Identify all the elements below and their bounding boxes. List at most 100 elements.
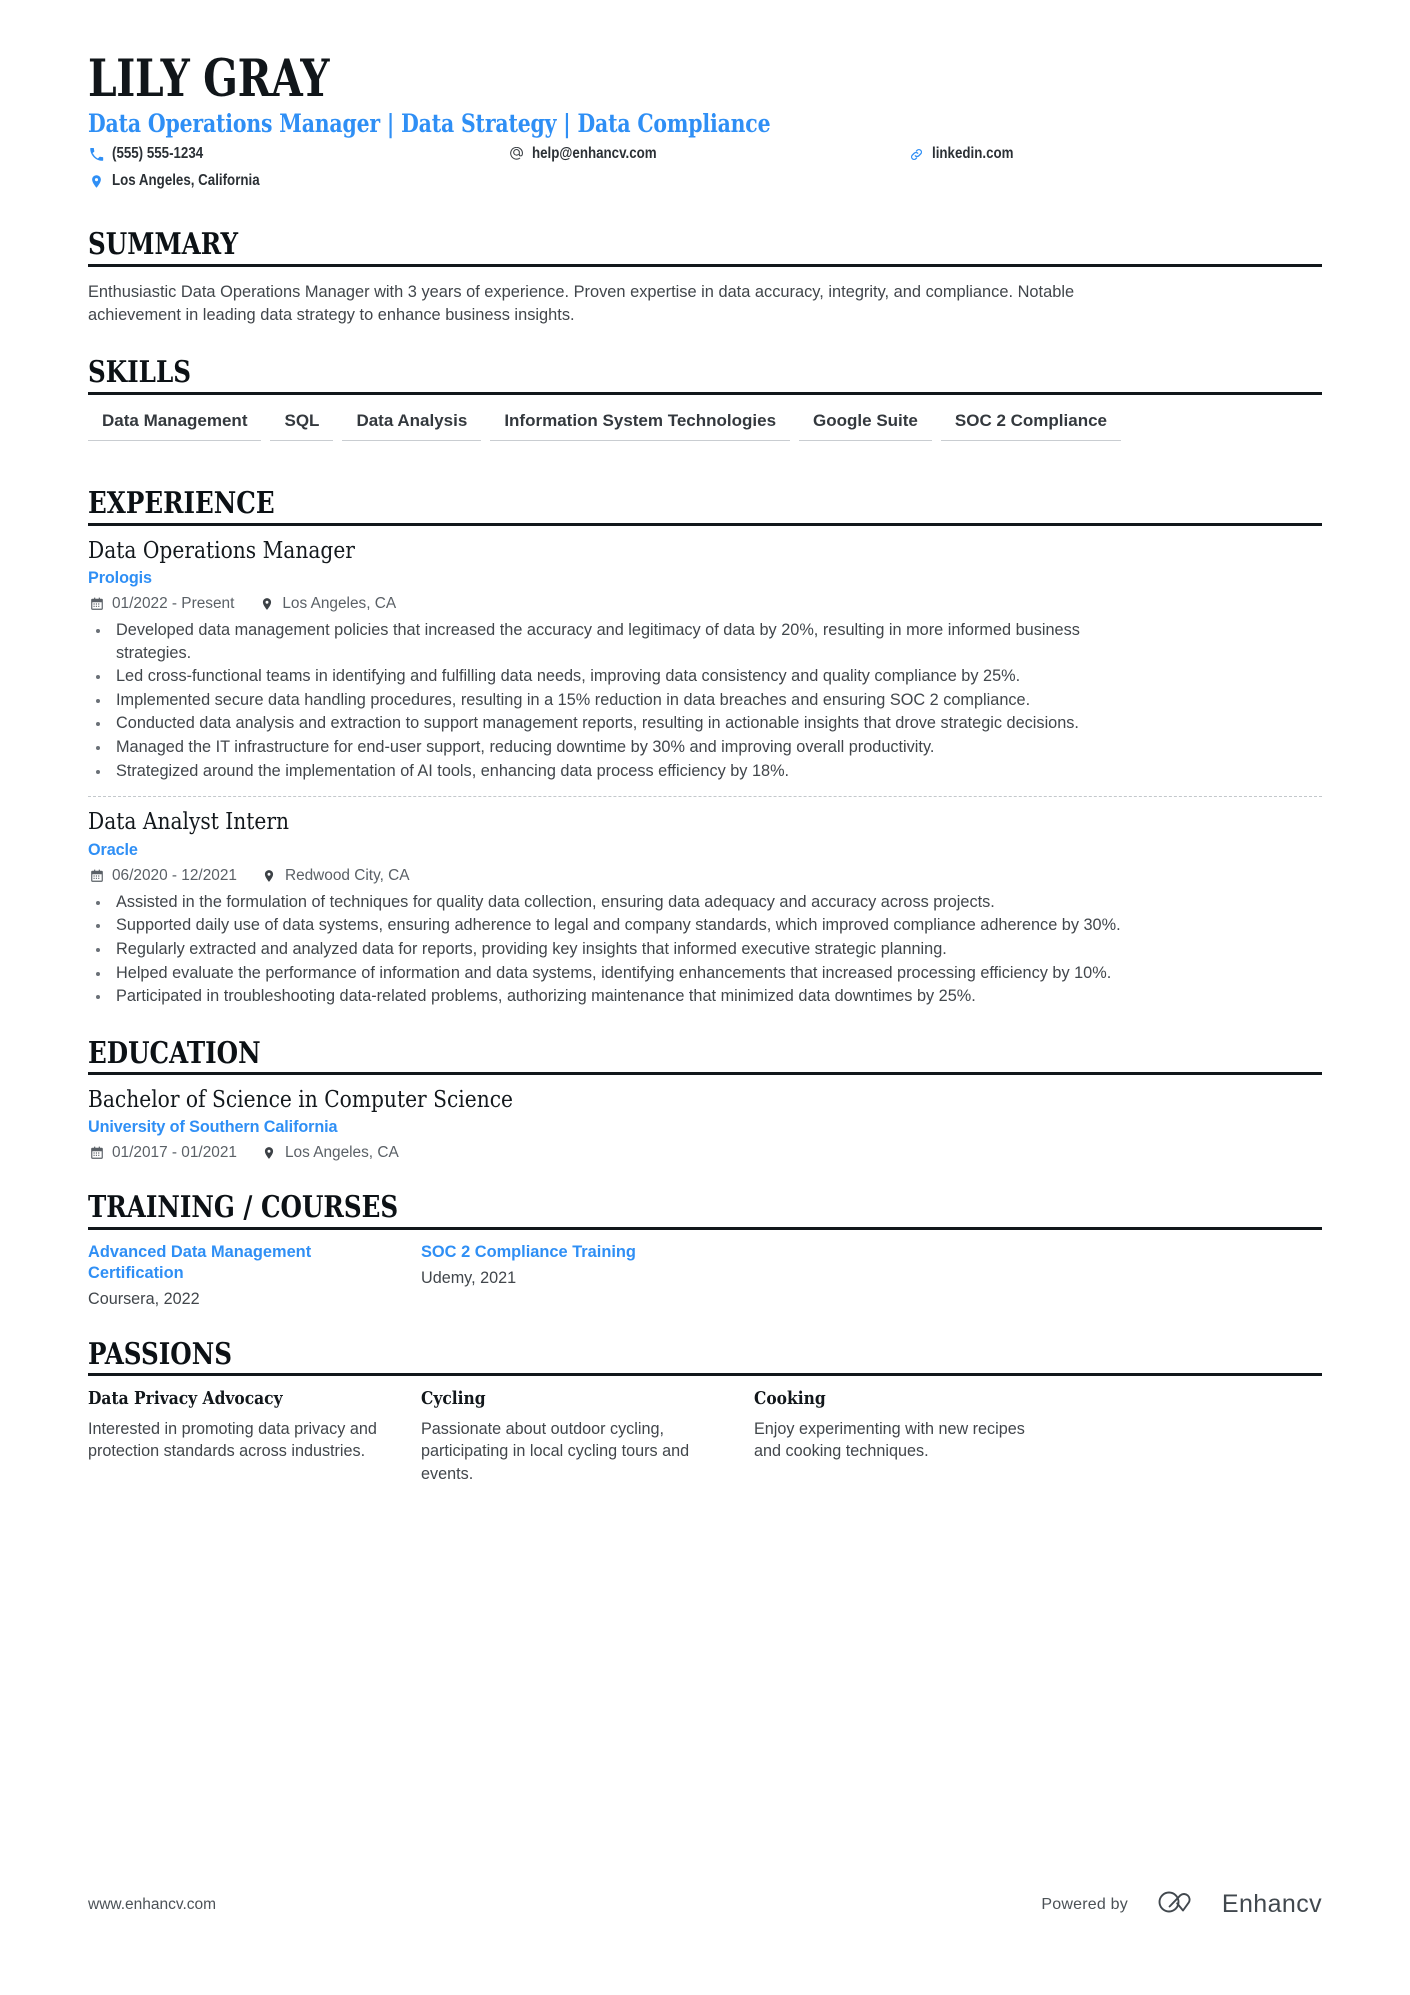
section-title-skills: SKILLS: [88, 355, 192, 391]
experience-entry: Data Analyst Intern Oracle 06/2020 - 12/…: [88, 797, 1322, 1007]
page-footer: www.enhancv.com Powered by Enhancv: [88, 1888, 1322, 1921]
job-title: Data Operations Manager: [88, 535, 355, 564]
job-location: Los Angeles, CA: [258, 595, 396, 613]
education-entry: Bachelor of Science in Computer Science …: [88, 1075, 1322, 1162]
passion-title: Cycling: [421, 1388, 486, 1410]
skill-tag: Data Management: [88, 407, 262, 442]
footer-branding: Powered by Enhancv: [1041, 1888, 1322, 1921]
course-meta: Coursera, 2022: [88, 1289, 200, 1308]
section-title-training: TRAINING / COURSES: [88, 1190, 399, 1226]
bullet-item: Developed data management policies that …: [88, 619, 1126, 664]
phone-icon: [88, 146, 105, 163]
resume-header: LILY GRAY Data Operations Manager | Data…: [88, 49, 1322, 199]
passion-text: Passionate about outdoor cycling, partic…: [421, 1419, 690, 1483]
job-location-text: Redwood City, CA: [284, 866, 410, 884]
enhancv-brand: Enhancv: [1156, 1888, 1322, 1921]
bullet-item: Helped evaluate the performance of infor…: [88, 962, 1126, 985]
bullet-item: Assisted in the formulation of technique…: [88, 891, 1126, 914]
summary-text: Enthusiastic Data Operations Manager wit…: [88, 282, 1075, 324]
contact-location: Los Angeles, California: [88, 172, 508, 190]
passion-item: Cycling Passionate about outdoor cycling…: [421, 1388, 754, 1485]
section-passions: PASSIONS Data Privacy Advocacy Intereste…: [88, 1339, 1322, 1486]
job-location: Redwood City, CA: [261, 867, 410, 885]
education-dates: 01/2017 - 01/2021: [88, 1144, 237, 1162]
enhancv-wordmark: Enhancv: [1221, 1890, 1322, 1918]
job-meta: 01/2022 - Present Los Angeles, CA: [88, 595, 1322, 613]
contact-row-primary: (555) 555-1234 help@enhancv.com linkedin…: [88, 145, 1322, 172]
bullet-item: Implemented secure data handling procedu…: [88, 689, 1126, 712]
location-icon: [88, 173, 105, 190]
contact-location-text: Los Angeles, California: [112, 172, 260, 190]
job-location-text: Los Angeles, CA: [282, 594, 397, 612]
bullet-item: Led cross-functional teams in identifyin…: [88, 665, 1126, 688]
calendar-icon: [88, 1145, 105, 1162]
job-dates: 06/2020 - 12/2021: [88, 867, 237, 885]
job-title: Data Analyst Intern: [88, 807, 290, 836]
contact-email-text: help@enhancv.com: [532, 145, 657, 163]
bullet-item: Regularly extracted and analyzed data fo…: [88, 938, 1126, 961]
section-title-passions: PASSIONS: [88, 1336, 232, 1372]
skill-tag: Data Analysis: [342, 407, 482, 442]
training-list: Advanced Data Management Certification C…: [88, 1230, 1322, 1309]
school-name[interactable]: University of Southern California: [88, 1118, 1322, 1137]
company-name[interactable]: Oracle: [88, 841, 1322, 860]
job-meta: 06/2020 - 12/2021 Redwood City, CA: [88, 867, 1322, 885]
job-dates-text: 01/2022 - Present: [112, 594, 235, 612]
candidate-headline: Data Operations Manager | Data Strategy …: [88, 109, 771, 140]
training-item: SOC 2 Compliance Training Udemy, 2021: [421, 1242, 754, 1309]
experience-entry: Data Operations Manager Prologis 01/2022…: [88, 526, 1322, 783]
course-name[interactable]: Advanced Data Management Certification: [88, 1242, 343, 1284]
powered-by-label: Powered by: [1041, 1895, 1128, 1913]
passions-list: Data Privacy Advocacy Interested in prom…: [88, 1376, 1322, 1485]
training-item-empty: [754, 1242, 1087, 1309]
link-icon: [908, 146, 925, 163]
passion-text: Interested in promoting data privacy and…: [88, 1419, 377, 1461]
email-icon: [508, 146, 525, 163]
contact-row-secondary: Los Angeles, California: [88, 172, 1322, 199]
skills-list: Data Management SQL Data Analysis Inform…: [88, 395, 1322, 459]
section-title-experience: EXPERIENCE: [88, 486, 275, 522]
calendar-icon: [88, 595, 105, 612]
training-item: Advanced Data Management Certification C…: [88, 1242, 421, 1309]
section-skills: SKILLS Data Management SQL Data Analysis…: [88, 357, 1322, 458]
company-name[interactable]: Prologis: [88, 569, 1322, 588]
course-name[interactable]: SOC 2 Compliance Training: [421, 1242, 676, 1263]
contact-link[interactable]: linkedin.com: [908, 145, 1208, 163]
job-dates-text: 06/2020 - 12/2021: [112, 866, 237, 884]
candidate-name: LILY GRAY: [88, 49, 330, 109]
education-dates-text: 01/2017 - 01/2021: [112, 1144, 237, 1162]
location-icon: [261, 867, 278, 884]
section-title-education: EDUCATION: [88, 1035, 261, 1071]
degree-title: Bachelor of Science in Computer Science: [88, 1085, 514, 1114]
bullet-item: Managed the IT infrastructure for end-us…: [88, 736, 1126, 759]
bullet-item: Conducted data analysis and extraction t…: [88, 712, 1126, 735]
course-meta: Udemy, 2021: [421, 1268, 517, 1287]
skill-tag: Google Suite: [799, 407, 932, 442]
contact-phone[interactable]: (555) 555-1234: [88, 145, 508, 163]
section-experience: EXPERIENCE Data Operations Manager Prolo…: [88, 488, 1322, 1008]
education-meta: 01/2017 - 01/2021 Los Angeles, CA: [88, 1144, 1322, 1162]
location-icon: [261, 1145, 278, 1162]
contact-link-text: linkedin.com: [932, 145, 1014, 163]
contact-phone-text: (555) 555-1234: [112, 145, 204, 163]
passion-text: Enjoy experimenting with new recipes and…: [754, 1419, 1025, 1461]
passion-item: Data Privacy Advocacy Interested in prom…: [88, 1388, 421, 1485]
section-summary: SUMMARY Enthusiastic Data Operations Man…: [88, 229, 1322, 327]
education-location-text: Los Angeles, CA: [284, 1144, 399, 1162]
passion-title: Cooking: [754, 1388, 826, 1410]
education-location: Los Angeles, CA: [261, 1144, 399, 1162]
resume-page: LILY GRAY Data Operations Manager | Data…: [0, 0, 1410, 1995]
passion-title: Data Privacy Advocacy: [88, 1388, 283, 1410]
job-bullets: Developed data management policies that …: [88, 619, 1322, 782]
enhancv-logo-icon: [1156, 1888, 1208, 1921]
calendar-icon: [88, 867, 105, 884]
skill-tag: SOC 2 Compliance: [940, 407, 1121, 442]
bullet-item: Participated in troubleshooting data-rel…: [88, 985, 1126, 1008]
footer-url[interactable]: www.enhancv.com: [88, 1896, 216, 1914]
section-title-summary: SUMMARY: [88, 227, 239, 263]
section-training: TRAINING / COURSES Advanced Data Managem…: [88, 1192, 1322, 1309]
contact-email[interactable]: help@enhancv.com: [508, 145, 908, 163]
skill-tag: Information System Technologies: [490, 407, 791, 442]
section-education: EDUCATION Bachelor of Science in Compute…: [88, 1038, 1322, 1163]
bullet-item: Strategized around the implementation of…: [88, 760, 1126, 783]
